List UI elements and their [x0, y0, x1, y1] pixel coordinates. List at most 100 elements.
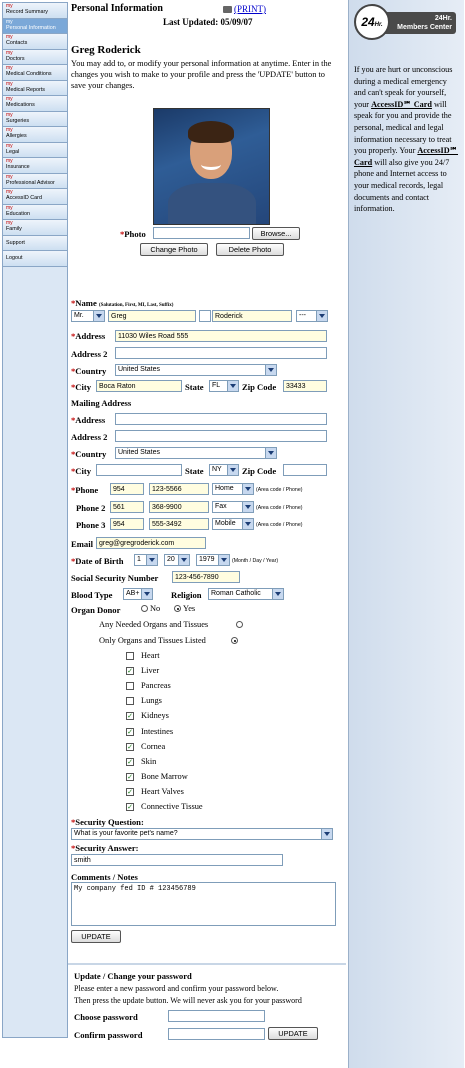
print-link-text[interactable]: (PRINT)	[234, 4, 266, 14]
phone3-type-select[interactable]: Mobile	[212, 518, 254, 530]
any-organs-label: Any Needed Organs and Tissues	[99, 620, 209, 629]
organ-label: Bone Marrow	[141, 771, 188, 781]
last-name-input[interactable]: Roderick	[212, 310, 292, 322]
first-name-input[interactable]: Greg	[108, 310, 196, 322]
phone-area-input[interactable]: 954	[110, 483, 144, 495]
security-answer-input[interactable]: smith	[71, 854, 283, 866]
address2-input[interactable]	[115, 347, 327, 359]
organ-checkbox[interactable]	[126, 697, 134, 706]
listed-organs-radio[interactable]	[231, 637, 238, 644]
sidebar-item-professional-advisor[interactable]: my Professional Advisor	[3, 173, 67, 189]
phone3-area-input[interactable]: 954	[110, 518, 144, 530]
dob-year-select[interactable]: 1979	[196, 554, 230, 566]
sidebar-item-contacts[interactable]: my Contacts	[3, 34, 67, 50]
ssn-input[interactable]: 123-456-7890	[172, 571, 240, 583]
phone3-number-input[interactable]: 555-3492	[149, 518, 209, 530]
listed-organs-label: Only Organs and Tissues Listed	[99, 636, 206, 645]
sidebar-item-legal[interactable]: my Legal	[3, 142, 67, 158]
sidebar-item-education[interactable]: my Education	[3, 204, 67, 220]
sidebar-item-surgeries[interactable]: my Surgeries	[3, 111, 67, 127]
phone2-area-input[interactable]: 561	[110, 501, 144, 513]
dob-month-select[interactable]: 1	[134, 554, 158, 566]
page-title: Personal Information	[71, 3, 163, 14]
change-photo-button[interactable]: Change Photo	[140, 243, 208, 256]
organ-checkbox[interactable]: ✓	[126, 803, 134, 811]
mailing-country-label: *Country	[71, 449, 107, 459]
sidebar-item-personal-information[interactable]: my Personal Information	[3, 18, 67, 34]
organ-checkbox[interactable]	[126, 682, 134, 691]
logo-tag: 24Hr. Members Center	[382, 12, 456, 34]
mailing-address2-input[interactable]	[115, 430, 327, 442]
browse-button[interactable]: Browse...	[252, 227, 300, 240]
choose-password-input[interactable]	[168, 1010, 265, 1022]
phone-type-select[interactable]: Home	[212, 483, 254, 495]
blood-type-label: Blood Type	[71, 590, 113, 600]
organ-checkbox[interactable]: ✓	[126, 727, 134, 736]
security-answer-label: *Security Answer:	[71, 843, 139, 853]
sidebar-item-medical-reports[interactable]: my Medical Reports	[3, 80, 67, 96]
mailing-zip-input[interactable]	[283, 464, 327, 476]
city-label: *City	[71, 382, 92, 392]
password-update-button[interactable]: UPDATE	[268, 1027, 318, 1040]
address-input[interactable]: 11030 Wiles Road 555	[115, 330, 327, 342]
phone2-number-input[interactable]: 368-9900	[149, 501, 209, 513]
sidebar-item-insurance[interactable]: my Insurance	[3, 158, 67, 174]
mailing-country-select[interactable]: United States	[115, 447, 277, 459]
section-divider	[68, 963, 346, 965]
organ-donor-yes-label: Yes	[183, 604, 196, 613]
sidebar-item-record-summary[interactable]: my Record Summary	[3, 3, 67, 19]
organ-donor-no-radio[interactable]	[141, 605, 148, 612]
comments-textarea[interactable]: My company fed ID # 123456789	[71, 882, 336, 926]
salutation-select[interactable]: Mr.	[71, 310, 105, 322]
photo-file-input[interactable]	[153, 227, 250, 239]
phone-hint: (Area code / Phone)	[256, 487, 303, 493]
mailing-city-label: *City	[71, 466, 92, 476]
organ-label: Heart Valves	[141, 786, 184, 796]
any-organs-radio[interactable]	[236, 621, 243, 628]
city-input[interactable]: Boca Raton	[96, 380, 182, 392]
sidebar-item-logout[interactable]: Logout	[3, 251, 67, 267]
mailing-state-select[interactable]: NY	[209, 464, 239, 476]
email-label: Email	[71, 539, 93, 549]
nav-label: Medications	[6, 102, 35, 108]
sidebar-item-support[interactable]: Support	[3, 235, 67, 251]
religion-select[interactable]: Roman Catholic	[208, 588, 284, 600]
phone-number-input[interactable]: 123-5566	[149, 483, 209, 495]
update-button[interactable]: UPDATE	[71, 930, 121, 943]
middle-initial-input[interactable]	[199, 310, 211, 322]
organ-checkbox[interactable]: ✓	[126, 772, 134, 781]
sidebar-item-accessid-card[interactable]: my AccessID Card	[3, 189, 67, 205]
organ-label: Lungs	[141, 696, 162, 706]
sidebar-item-doctors[interactable]: my Doctors	[3, 49, 67, 65]
organ-checkbox[interactable]	[126, 652, 134, 660]
sidebar-item-medical-conditions[interactable]: my Medical Conditions	[3, 65, 67, 81]
zip-input[interactable]: 33433	[283, 380, 327, 392]
organ-donor-yes-radio[interactable]	[174, 605, 181, 612]
organ-checkbox[interactable]: ✓	[126, 787, 134, 796]
mailing-city-input[interactable]	[96, 464, 182, 476]
phone2-type-select[interactable]: Fax	[212, 501, 254, 513]
phone3-hint: (Area code / Phone)	[256, 522, 303, 528]
name-label: *Name (Salutation, First, MI, Last, Suff…	[71, 298, 174, 308]
sidebar-item-allergies[interactable]: my Allergies	[3, 127, 67, 143]
delete-photo-button[interactable]: Delete Photo	[216, 243, 284, 256]
info-blurb: If you are hurt or unconscious during a …	[354, 65, 459, 214]
dob-day-select[interactable]: 20	[164, 554, 190, 566]
nav-label: Support	[6, 239, 25, 246]
suffix-select[interactable]: ---	[296, 310, 328, 322]
email-input[interactable]: greg@gregroderick.com	[96, 537, 206, 549]
security-question-select[interactable]: What is your favorite pet's name?	[71, 828, 333, 840]
organ-checkbox[interactable]: ✓	[126, 667, 134, 676]
mailing-address-input[interactable]	[115, 413, 327, 425]
blood-type-select[interactable]: AB+	[123, 588, 153, 600]
state-select[interactable]: FL	[209, 380, 239, 392]
print-link[interactable]: (PRINT)	[223, 4, 266, 14]
country-select[interactable]: United States	[115, 364, 277, 376]
sidebar-item-medications[interactable]: my Medications	[3, 96, 67, 112]
organ-checkbox[interactable]: ✓	[126, 742, 134, 751]
organ-checkbox[interactable]: ✓	[126, 712, 134, 721]
sidebar-item-family[interactable]: my Family	[3, 220, 67, 236]
confirm-password-input[interactable]	[168, 1028, 265, 1040]
organ-checkbox[interactable]: ✓	[126, 757, 134, 766]
nav-label: Contacts	[6, 40, 28, 46]
